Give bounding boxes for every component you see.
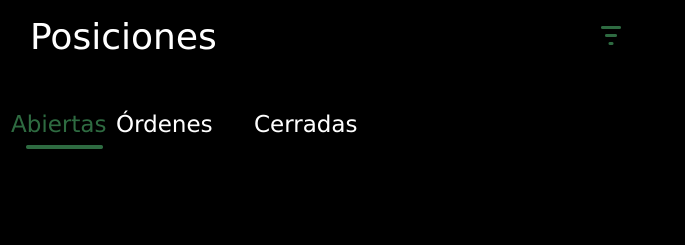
page-title: Posiciones — [30, 17, 217, 58]
tab-cerradas[interactable]: Cerradas — [254, 108, 358, 142]
tab-ordenes[interactable]: Órdenes — [116, 108, 213, 142]
tab-abiertas[interactable]: Abiertas — [11, 108, 106, 142]
filter-icon — [601, 26, 621, 45]
active-tab-indicator — [26, 145, 103, 149]
filter-button[interactable] — [594, 20, 628, 52]
